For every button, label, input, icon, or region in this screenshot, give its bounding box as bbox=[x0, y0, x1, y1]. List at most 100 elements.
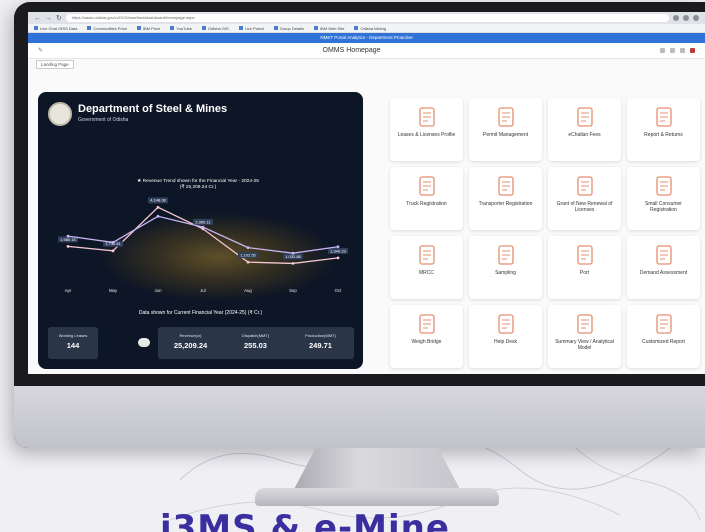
data-point[interactable] bbox=[66, 234, 70, 238]
tile-transporter[interactable]: Transporter Registration bbox=[469, 167, 542, 230]
x-tick-label: Sep bbox=[289, 288, 297, 293]
tile-doc[interactable]: Leases & Licenses Profile bbox=[390, 98, 463, 161]
data-point[interactable] bbox=[291, 251, 295, 255]
revenue-line-chart: 1,980.151,732.614,148.082,950.111,102.55… bbox=[58, 197, 348, 293]
tile-label: eChallan Fees bbox=[568, 132, 601, 138]
fullscreen-icon[interactable] bbox=[660, 48, 665, 53]
sampling-icon bbox=[497, 245, 514, 265]
grant-icon bbox=[576, 176, 593, 196]
data-point[interactable] bbox=[201, 225, 205, 229]
bookmark-item[interactable]: Group Details bbox=[273, 26, 304, 31]
data-point[interactable] bbox=[66, 244, 70, 248]
stat-working-leases: Working Leases 144 bbox=[48, 327, 98, 359]
address-bar[interactable]: https://oasis.odisha.gov.in/OGS/eusrflas… bbox=[65, 14, 669, 22]
data-label: 2,950.11 bbox=[193, 218, 213, 225]
browser-toolbar: ← → ↻ https://oasis.odisha.gov.in/OGS/eu… bbox=[28, 12, 705, 24]
doc-icon bbox=[418, 107, 435, 127]
tile-permit[interactable]: Permit Management bbox=[469, 98, 542, 161]
menu-icon[interactable] bbox=[693, 15, 699, 21]
permit-icon bbox=[497, 107, 514, 127]
mrcc-icon bbox=[418, 245, 435, 265]
data-point[interactable] bbox=[156, 214, 160, 218]
tile-label: Truck Registration bbox=[406, 201, 447, 207]
data-point[interactable] bbox=[111, 249, 115, 253]
port-icon bbox=[576, 245, 593, 265]
bookmark-item[interactable]: YouTube bbox=[170, 26, 192, 31]
bookmark-icon[interactable] bbox=[690, 48, 695, 53]
data-shown-caption: Data shown for Current Financial Year (2… bbox=[138, 310, 263, 316]
tile-label: Summary View / Analytical Model bbox=[555, 339, 614, 351]
tile-label: Report & Returns bbox=[644, 132, 683, 138]
data-point[interactable] bbox=[336, 256, 340, 260]
tile-report[interactable]: Report & Returns bbox=[627, 98, 700, 161]
share-icon[interactable] bbox=[670, 48, 675, 53]
bookmark-item[interactable]: IBM Web Site bbox=[314, 26, 344, 31]
back-icon[interactable]: ← bbox=[34, 15, 41, 22]
tile-mrcc[interactable]: MRCC bbox=[390, 236, 463, 299]
bookmark-item[interactable]: Commodities Price bbox=[87, 26, 127, 31]
tile-label: Weigh Bridge bbox=[411, 339, 442, 345]
monitor-neck bbox=[292, 448, 462, 493]
tile-label: Sampling bbox=[495, 270, 516, 276]
tile-challan[interactable]: eChallan Fees bbox=[548, 98, 621, 161]
monitor-chin bbox=[14, 386, 705, 448]
tile-helpdesk[interactable]: Help Desk bbox=[469, 305, 542, 368]
data-point[interactable] bbox=[111, 241, 115, 244]
tile-label: Transporter Registration bbox=[478, 201, 533, 207]
tile-label: Small Consumer Registration bbox=[645, 201, 682, 213]
tile-weighbridge[interactable]: Weigh Bridge bbox=[390, 305, 463, 368]
x-tick-label: Jul bbox=[200, 288, 206, 293]
svg-text:1,032.88: 1,032.88 bbox=[285, 254, 301, 259]
data-point[interactable] bbox=[246, 260, 250, 264]
tile-consumer[interactable]: Small Consumer Registration bbox=[627, 167, 700, 230]
subtab-bar: Landing Page bbox=[28, 59, 705, 69]
challan-icon bbox=[576, 107, 593, 127]
tile-label: Port bbox=[579, 270, 590, 276]
x-tick-label: Aug bbox=[244, 288, 252, 293]
stat-production: Production(MMT) 249.71 bbox=[305, 333, 336, 350]
truck-icon bbox=[418, 176, 435, 196]
tile-label: Customized Report bbox=[642, 339, 685, 345]
demand-icon bbox=[655, 245, 672, 265]
data-label: 1,102.55 bbox=[238, 252, 258, 259]
bookmark-item[interactable]: Live Chat ORIS Data bbox=[34, 26, 77, 31]
svg-text:1,102.55: 1,102.55 bbox=[240, 253, 256, 258]
data-point[interactable] bbox=[336, 245, 340, 249]
data-label: 1,340.23 bbox=[328, 247, 348, 254]
data-point[interactable] bbox=[246, 246, 250, 250]
extension-icon[interactable] bbox=[673, 15, 679, 21]
forward-icon[interactable]: → bbox=[45, 15, 52, 22]
tile-demand[interactable]: Demand Assessment bbox=[627, 236, 700, 299]
tile-sampling[interactable]: Sampling bbox=[469, 236, 542, 299]
tile-port[interactable]: Port bbox=[548, 236, 621, 299]
tile-truck[interactable]: Truck Registration bbox=[390, 167, 463, 230]
profile-icon[interactable] bbox=[683, 15, 689, 21]
settings-icon[interactable] bbox=[680, 48, 685, 53]
tile-label: Demand Assessment bbox=[639, 270, 688, 276]
bookmarks-bar: Live Chat ORIS Data Commodities Price IB… bbox=[28, 24, 705, 33]
summary-icon bbox=[576, 314, 593, 334]
bookmark-item[interactable]: IBM Price bbox=[136, 26, 160, 31]
tile-summary[interactable]: Summary View / Analytical Model bbox=[548, 305, 621, 368]
weighbridge-icon bbox=[418, 314, 435, 334]
report-icon bbox=[655, 107, 672, 127]
x-tick-label: Oct bbox=[335, 288, 342, 293]
data-label: 4,148.08 bbox=[148, 197, 168, 204]
edit-icon[interactable]: ✎ bbox=[38, 47, 43, 54]
stat-revenue: Revenue(cr) 25,209.24 bbox=[173, 333, 208, 350]
tab-landing-page[interactable]: Landing Page bbox=[36, 59, 74, 69]
tile-grant[interactable]: Grant of New Renewal of Licenses bbox=[548, 167, 621, 230]
toggle-switch[interactable] bbox=[138, 338, 150, 347]
bookmark-item[interactable]: Live Portal bbox=[238, 26, 264, 31]
transporter-icon bbox=[497, 176, 514, 196]
data-point[interactable] bbox=[156, 205, 160, 209]
monitor-base bbox=[255, 488, 499, 506]
tile-custom-report[interactable]: Customized Report bbox=[627, 305, 700, 368]
bookmark-item[interactable]: Odisha GIS bbox=[202, 26, 229, 31]
page-title-bar: ✎ OMMS Homepage bbox=[28, 43, 705, 59]
stat-group: Revenue(cr) 25,209.24 Dispatch(MMT) 255.… bbox=[158, 327, 354, 359]
data-point[interactable] bbox=[291, 262, 295, 265]
reload-icon[interactable]: ↻ bbox=[56, 14, 62, 22]
x-tick-label: Apr bbox=[65, 288, 72, 293]
bookmark-item[interactable]: Odisha Mining bbox=[354, 26, 386, 31]
